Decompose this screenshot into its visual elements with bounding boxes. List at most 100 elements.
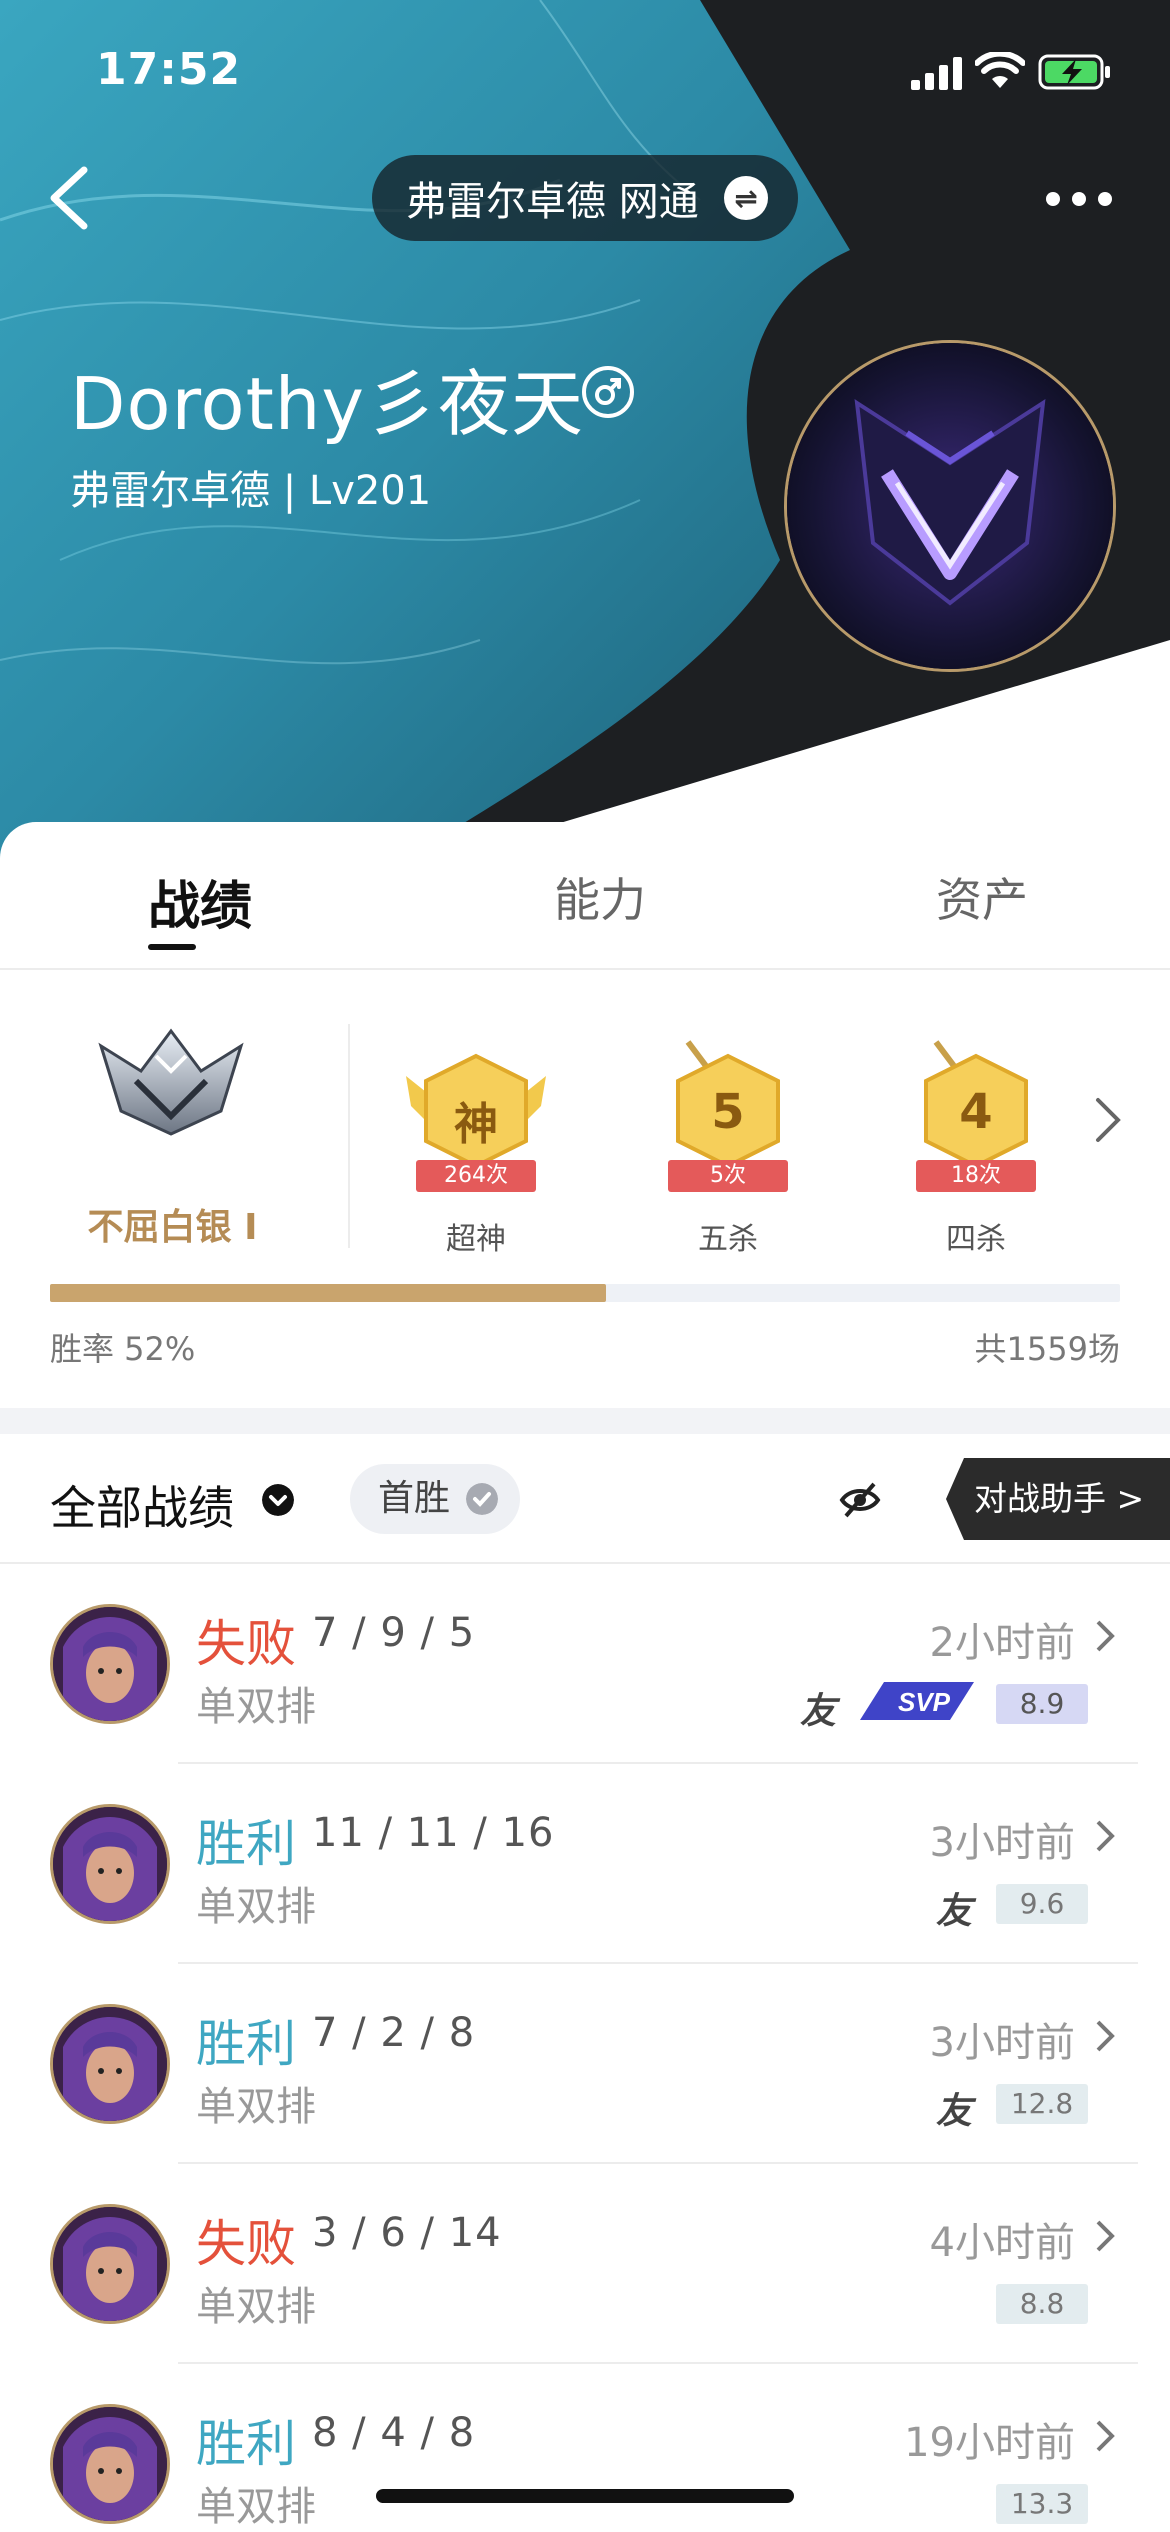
status-bar: 17:52	[0, 44, 1170, 104]
badge-pentakill[interactable]: 5 5次 五杀	[648, 1036, 808, 1257]
tab-ability[interactable]: 能力	[554, 864, 646, 930]
svg-text:SVP: SVP	[898, 1687, 951, 1717]
match-time: 19小时前	[904, 2420, 1075, 2466]
player-server-level: 弗雷尔卓德 | Lv201	[70, 468, 432, 514]
match-kda: 3 / 6 / 14	[312, 2210, 502, 2256]
active-tab-indicator	[148, 944, 196, 950]
first-win-filter[interactable]: 首胜	[350, 1464, 520, 1534]
champion-portrait	[53, 2207, 167, 2321]
friend-tag: 友	[936, 1891, 973, 1932]
battery-charging-icon	[1038, 54, 1110, 90]
badge-caption: 五杀	[698, 1222, 758, 1257]
champion-avatar	[50, 2404, 170, 2524]
winrate-bar	[50, 1284, 1120, 1302]
match-result: 胜利	[196, 2015, 296, 2073]
match-row[interactable]: 失败 7 / 9 / 5 单双排 2小时前 SVP 友 8.9	[0, 1564, 1170, 1764]
battle-assistant-button[interactable]: 对战助手 >	[946, 1458, 1170, 1540]
all-matches-filter[interactable]: 全部战绩	[50, 1472, 234, 1538]
home-indicator[interactable]	[376, 2489, 794, 2503]
server-selector[interactable]: 弗雷尔卓德 网通 ⇌	[372, 155, 798, 241]
badge-caption: 超神	[446, 1222, 506, 1257]
tab-record[interactable]: 战绩	[148, 864, 252, 939]
match-mode: 单双排	[196, 2484, 316, 2530]
stats-summary: 不屈白银 I 神 264次 超神 5 5次 五杀 4 18次 四杀	[0, 972, 1170, 1257]
switch-server-icon: ⇌	[724, 176, 768, 220]
dropdown-icon[interactable]	[262, 1484, 294, 1516]
avatar-image	[787, 343, 1113, 669]
match-score: 13.3	[996, 2484, 1088, 2524]
section-separator	[0, 1408, 1170, 1434]
match-row[interactable]: 胜利 11 / 11 / 16 单双排 3小时前 友 9.6	[0, 1764, 1170, 1964]
more-dot-icon	[1046, 192, 1060, 206]
match-score: 8.8	[996, 2284, 1088, 2324]
chevron-right-icon	[1096, 1620, 1115, 1652]
status-time: 17:52	[96, 44, 242, 95]
badge-glyph: 5	[711, 1084, 745, 1140]
match-time: 4小时前	[929, 2220, 1075, 2266]
chevron-right-icon	[1096, 2020, 1115, 2052]
champion-avatar	[50, 1604, 170, 1724]
badge-count: 18次	[916, 1160, 1036, 1192]
tab-assets[interactable]: 资产	[936, 864, 1028, 930]
chevron-right-icon	[1096, 1820, 1115, 1852]
more-dot-icon	[1072, 192, 1086, 206]
friend-tag: 友	[800, 1691, 837, 1732]
male-gender-icon	[582, 366, 634, 418]
back-button[interactable]	[40, 160, 100, 236]
champion-avatar	[50, 2004, 170, 2124]
match-row[interactable]: 胜利 7 / 2 / 8 单双排 3小时前 友 12.8	[0, 1964, 1170, 2164]
rank-label: 不屈白银 I	[87, 1207, 258, 1248]
player-name: Dorothy彡夜天	[70, 362, 585, 446]
champion-portrait	[53, 1807, 167, 1921]
svp-badge-icon: SVP	[860, 1682, 974, 1720]
match-row[interactable]: 胜利 8 / 4 / 8 单双排 19小时前 13.3	[0, 2364, 1170, 2532]
match-kda: 7 / 2 / 8	[312, 2010, 476, 2056]
champion-portrait	[53, 1607, 167, 1721]
match-filter-bar: 全部战绩 首胜 对战助手 >	[0, 1434, 1170, 1564]
match-mode: 单双排	[196, 1884, 316, 1930]
chevron-left-icon	[50, 166, 88, 230]
match-result: 胜利	[196, 2415, 296, 2473]
profile-header: 17:52 弗雷尔卓德 网通 ⇌ Dorothy彡夜天 弗雷尔卓德 | Lv20…	[0, 0, 1170, 880]
match-row[interactable]: 失败 3 / 6 / 14 单双排 4小时前 8.8	[0, 2164, 1170, 2364]
match-result: 失败	[196, 2215, 296, 2273]
match-score: 8.9	[996, 1684, 1088, 1724]
match-time: 3小时前	[929, 1820, 1075, 1866]
badge-count: 5次	[668, 1160, 788, 1192]
first-win-label: 首胜	[378, 1478, 451, 1519]
match-time: 2小时前	[929, 1620, 1075, 1666]
chevron-right-icon[interactable]	[1090, 1092, 1126, 1148]
match-score: 12.8	[996, 2084, 1088, 2124]
total-games: 共1559场	[974, 1330, 1120, 1368]
champion-avatar	[50, 1804, 170, 1924]
match-result: 胜利	[196, 1815, 296, 1873]
content-card: 战绩 能力 资产 不屈白银 I 神 264次 超神 5 5次 五杀 4 18次 …	[0, 822, 1170, 2532]
server-label: 弗雷尔卓德 网通	[406, 179, 699, 225]
match-kda: 7 / 9 / 5	[312, 1610, 476, 1656]
badge-caption: 四杀	[946, 1222, 1006, 1257]
champion-avatar	[50, 2204, 170, 2324]
more-options-button[interactable]	[1040, 176, 1120, 216]
match-result: 失败	[196, 1615, 296, 1673]
badge-legendary[interactable]: 神 264次 超神	[396, 1036, 556, 1257]
silver-rank-emblem-icon[interactable]	[96, 1016, 246, 1136]
more-dot-icon	[1098, 192, 1112, 206]
winrate-label: 胜率 52%	[50, 1330, 196, 1368]
tab-bar: 战绩 能力 资产	[0, 822, 1170, 970]
champion-portrait	[53, 2007, 167, 2121]
winrate-bar-fill	[50, 1284, 607, 1302]
hide-eye-icon[interactable]	[838, 1480, 882, 1520]
badge-quadrakill[interactable]: 4 18次 四杀	[896, 1036, 1056, 1257]
match-kda: 11 / 11 / 16	[312, 1810, 555, 1856]
player-avatar[interactable]	[784, 340, 1116, 672]
badge-count: 264次	[416, 1160, 536, 1192]
match-kda: 8 / 4 / 8	[312, 2410, 476, 2456]
stats-divider	[348, 1024, 350, 1248]
match-mode: 单双排	[196, 1684, 316, 1730]
wifi-icon	[975, 52, 1025, 88]
match-score: 9.6	[996, 1884, 1088, 1924]
match-mode: 单双排	[196, 2084, 316, 2130]
champion-portrait	[53, 2407, 167, 2521]
match-mode: 单双排	[196, 2284, 316, 2330]
badge-glyph: 神	[454, 1099, 498, 1150]
